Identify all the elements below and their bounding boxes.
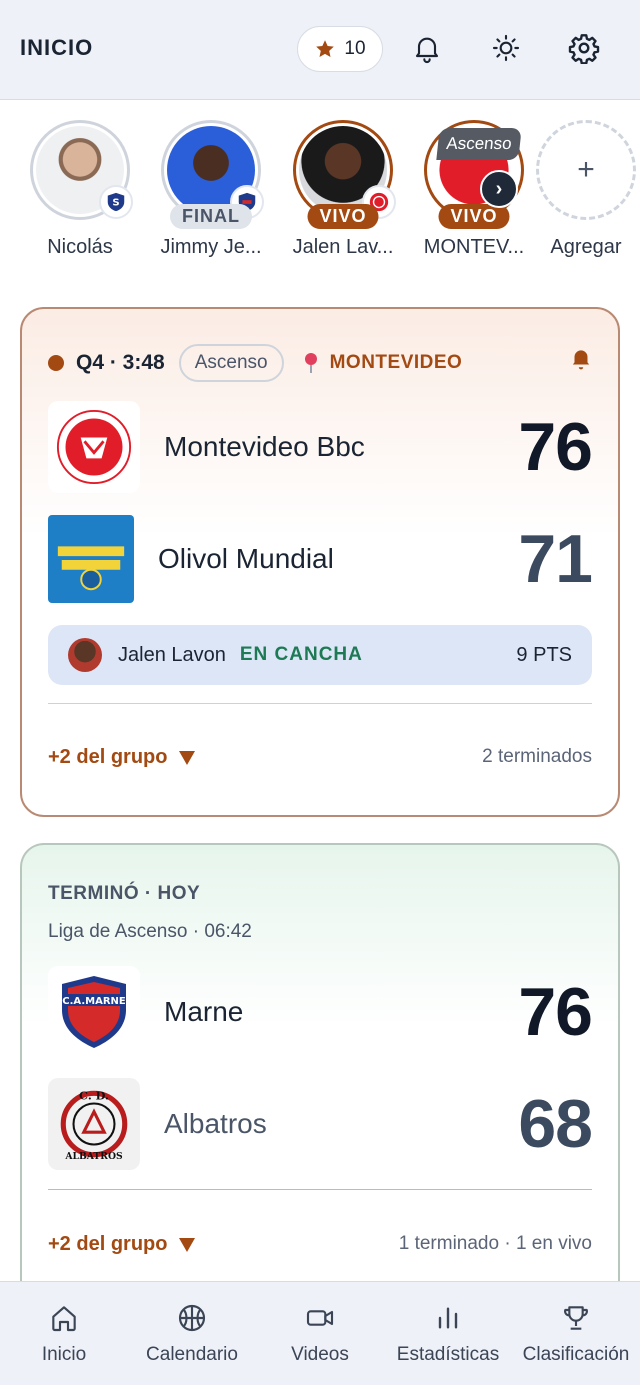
story-label: Jalen Lav... [292,236,394,258]
team-logo [48,401,140,493]
home-icon [52,1306,76,1332]
gear-icon [568,34,600,64]
league-badge: Ascenso [178,344,284,382]
nav-item-inicio[interactable]: Inicio [0,1282,128,1385]
venue-label: MONTEVIDEO [329,352,463,373]
bell-icon [415,37,439,63]
team-score: 68 [518,1086,593,1162]
game-clock: Q4 · 3:48 [76,351,165,374]
video-icon [306,1310,334,1326]
bar-chart-icon [438,1307,458,1329]
nav-label: Estadísticas [396,1344,500,1365]
finished-game-card[interactable]: TERMINÓ · HOY Liga de Ascenso · 06:42 C.… [20,843,620,1303]
story-label: Jimmy Je... [160,236,262,258]
player-name: Jalen Lavon [118,643,226,666]
story-jimmy[interactable]: FINAL Jimmy Je... [151,120,271,259]
away-team-row[interactable]: Olivol Mundial 71 [48,513,593,605]
caret-down-icon [179,1237,196,1252]
nav-item-calendario[interactable]: Calendario [128,1282,256,1385]
story-label: MONTEV... [423,236,525,258]
home-team-row[interactable]: C.A.MARNE Marne 76 [48,966,593,1058]
bell-icon [572,350,590,370]
team-name: Albatros [164,1108,267,1139]
team-logo: C. D. ALBATROS [48,1078,140,1170]
away-team-row[interactable]: C. D. ALBATROS Albatros 68 [48,1078,593,1170]
avatar: VIVO [293,120,396,229]
status-badge: VIVO [307,204,379,229]
divider [48,1189,592,1190]
caret-down-icon [179,750,196,765]
live-dot-icon [48,355,64,371]
theme-toggle-button[interactable] [486,28,526,68]
favorites-button[interactable]: 10 [297,26,383,72]
basketball-icon [178,1304,206,1332]
team-score: 71 [518,521,593,597]
team-logo [48,515,134,603]
notifications-button[interactable] [407,28,447,68]
team-badge-icon: S [99,185,133,219]
stories-next-button[interactable]: › [480,170,518,208]
nav-label: Clasificación [522,1344,630,1365]
player-points: 9 PTS [516,643,572,666]
svg-text:ALBATROS: ALBATROS [64,1151,123,1162]
page-title: INICIO [20,35,94,60]
nav-item-videos[interactable]: Videos [256,1282,384,1385]
sun-icon [492,34,520,62]
story-nicolas[interactable]: S Nicolás [20,120,140,259]
pin-icon [304,353,317,373]
svg-text:C.A.MARNE: C.A.MARNE [62,996,126,1007]
plus-icon: + [577,153,595,186]
stories-row: S Nicolás FINAL Jimmy Je... VIVO Jalen L… [0,120,640,270]
top-app-bar: INICIO 10 [0,0,640,100]
svg-text:S: S [112,198,119,209]
story-add[interactable]: + Agregar [526,120,640,259]
chevron-right-icon: › [495,177,503,200]
nav-label: Videos [291,1344,349,1365]
svg-text:C. D.: C. D. [79,1088,109,1102]
team-name: Olivol Mundial [158,543,334,574]
player-state: EN CANCHA [239,644,363,665]
team-name: Marne [164,996,244,1027]
home-team-row[interactable]: Montevideo Bbc 76 [48,401,593,493]
group-toggle-label: +2 del grupo [48,1233,168,1255]
story-jalen[interactable]: VIVO Jalen Lav... [283,120,403,259]
settings-button[interactable] [564,28,604,68]
avatar: FINAL [161,120,264,229]
team-logo: C.A.MARNE [48,966,140,1058]
add-story-button[interactable]: + [536,120,636,220]
game-alert-button[interactable] [568,345,594,376]
team-score: 76 [518,974,593,1050]
avatar: S [30,120,133,220]
game-meta-row: Q4 · 3:48 Ascenso MONTEVIDEO [48,343,592,383]
bottom-navigation: Inicio Calendario Videos Estadísticas Cl… [0,1281,640,1385]
game-league-time: Liga de Ascenso · 06:42 [48,921,252,942]
league-overlay-tag: Ascenso [436,128,522,160]
nav-label: Calendario [146,1344,238,1365]
favorites-count: 10 [344,38,366,59]
player-on-court-bar[interactable]: Jalen Lavon EN CANCHA 9 PTS [48,625,592,685]
nav-item-clasificacion[interactable]: Clasificación [512,1282,640,1385]
group-status: 2 terminados [482,746,592,767]
status-badge: FINAL [170,204,252,229]
story-label: Agregar [550,236,622,258]
group-toggle-label: +2 del grupo [48,746,168,768]
story-label: Nicolás [47,236,113,258]
group-status: 1 terminado · 1 en vivo [398,1233,592,1254]
avatar [68,638,102,672]
team-name: Montevideo Bbc [164,431,365,462]
nav-label: Inicio [41,1344,87,1365]
star-icon [316,40,335,57]
divider [48,703,592,704]
trophy-icon [564,1306,588,1330]
group-expand-button[interactable]: +2 del grupo [48,1233,196,1256]
team-score: 76 [518,409,593,485]
nav-item-estadisticas[interactable]: Estadísticas [384,1282,512,1385]
live-game-card[interactable]: Q4 · 3:48 Ascenso MONTEVIDEO Montevideo … [20,307,620,817]
game-status-title: TERMINÓ · HOY [48,883,201,904]
group-expand-button[interactable]: +2 del grupo [48,746,196,769]
